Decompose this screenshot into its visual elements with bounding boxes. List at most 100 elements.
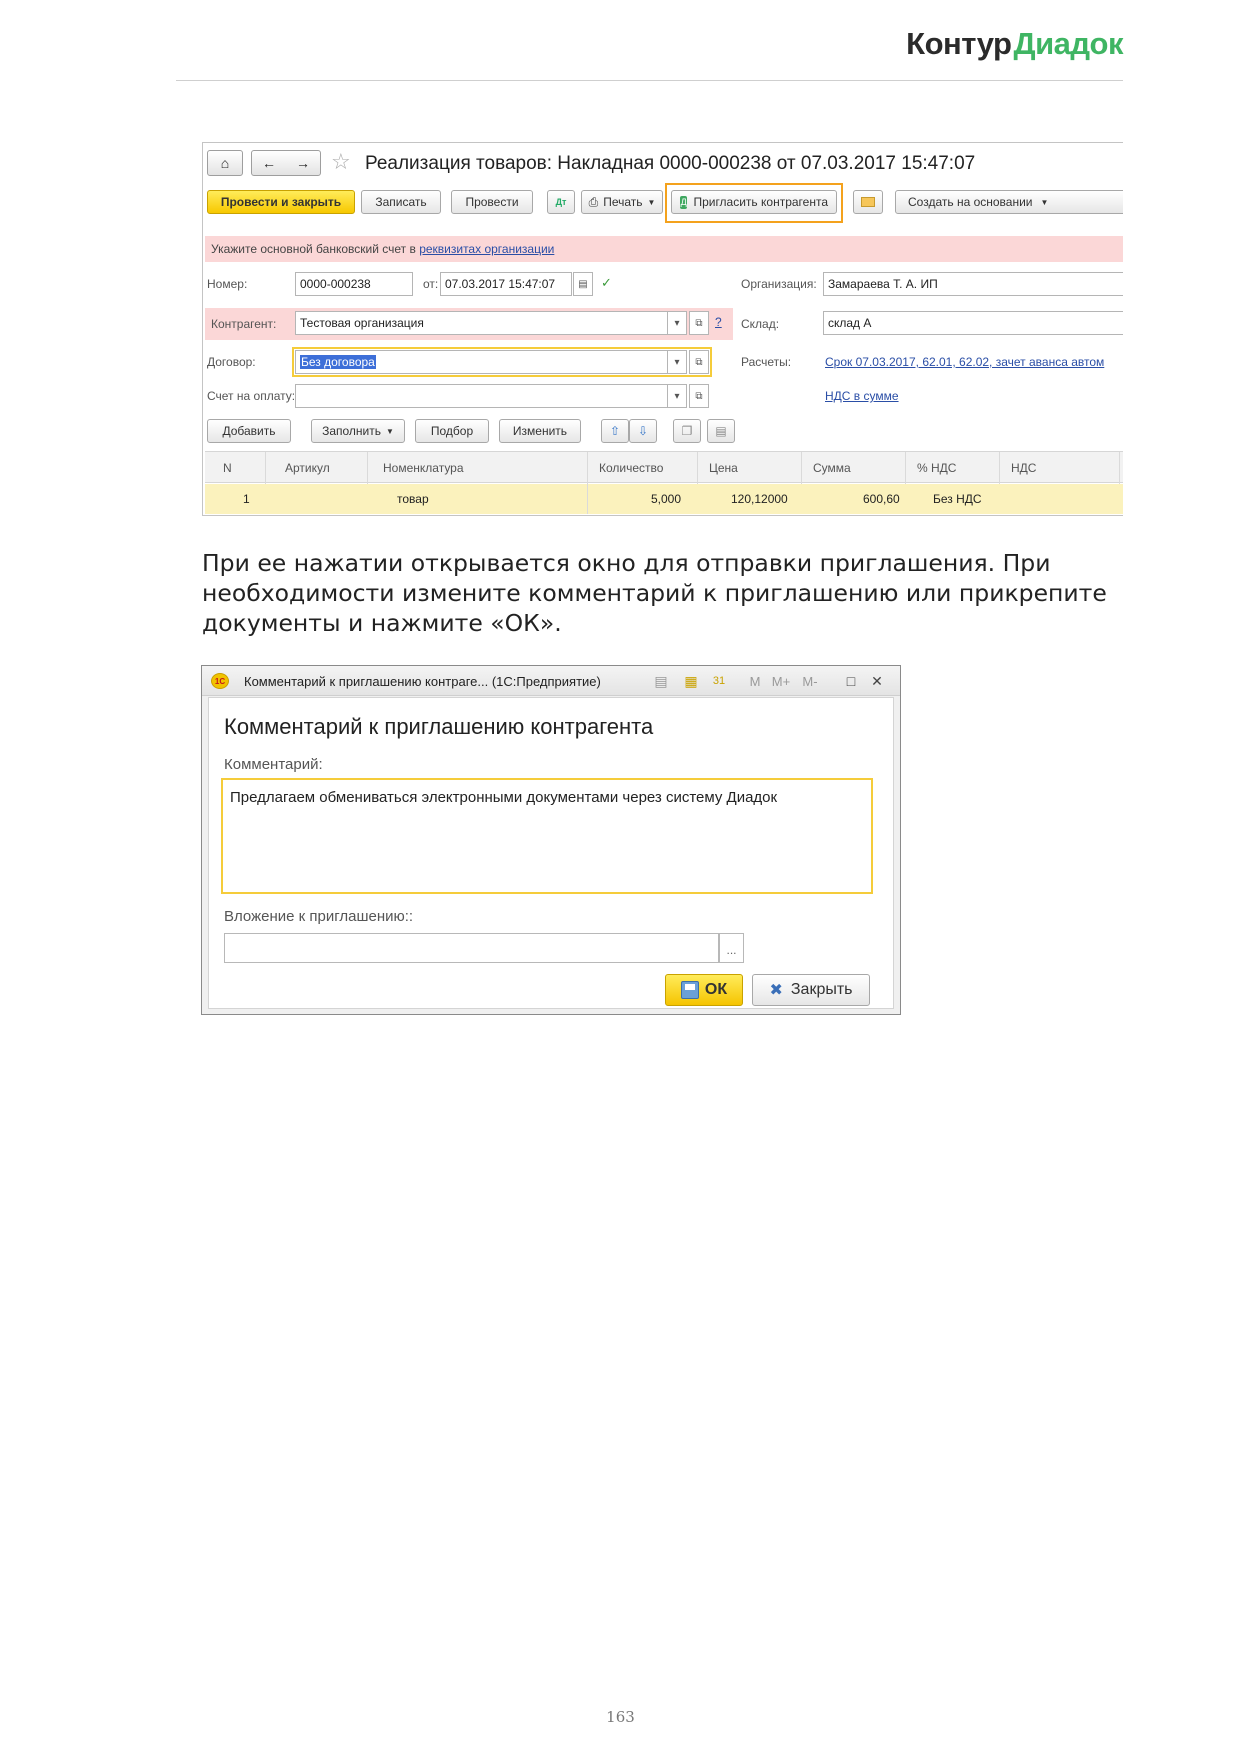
post-button[interactable]: Провести [451, 190, 533, 214]
chevron-down-icon: ▼ [386, 426, 394, 436]
memory-minus-icon[interactable]: M- [798, 672, 822, 690]
home-icon: ⌂ [220, 155, 230, 171]
bank-account-warning: Укажите основной банковский счет в рекви… [205, 236, 1123, 262]
header-divider [176, 80, 1123, 81]
brand-kontur: Контур [906, 26, 1012, 61]
dialog-titlebar: 1С Комментарий к приглашению контраге...… [202, 666, 900, 696]
chevron-down-icon[interactable]: ▾ [667, 311, 687, 335]
move-down-icon[interactable]: ⇩ [629, 419, 657, 443]
arrow-back-icon[interactable]: ← [262, 155, 276, 171]
ok-button[interactable]: ОК [665, 974, 743, 1006]
envelope-icon [861, 197, 875, 207]
document-icon[interactable]: ▤ [652, 672, 670, 690]
calendar-icon[interactable]: 31 [710, 672, 728, 690]
invoice-label: Счет на оплату: [207, 389, 296, 403]
cell-qty: 5,000 [651, 492, 682, 506]
contract-highlight-frame [292, 347, 712, 377]
save-button[interactable]: Записать [361, 190, 441, 214]
attachment-label: Вложение к приглашению:: [224, 908, 414, 925]
col-qty[interactable]: Количество [599, 461, 663, 475]
dialog-heading: Комментарий к приглашению контрагента [224, 714, 654, 739]
memory-m-icon[interactable]: M [746, 672, 764, 690]
home-button[interactable]: ⌂ [207, 150, 243, 176]
invite-highlight-frame [665, 183, 843, 223]
col-vat[interactable]: НДС [1011, 461, 1036, 475]
table-row[interactable]: 1 товар 5,000 120,12000 600,60 Без НДС [205, 484, 1123, 514]
col-article[interactable]: Артикул [285, 461, 330, 475]
organization-field[interactable]: Замараева Т. А. ИП [823, 272, 1123, 296]
cell-n: 1 [243, 492, 250, 506]
col-price[interactable]: Цена [709, 461, 738, 475]
date-label: от: [423, 277, 439, 291]
paste-icon[interactable]: ▤ [707, 419, 735, 443]
print-label: Печать [603, 195, 643, 209]
history-nav[interactable]: ← → [251, 150, 321, 176]
col-vat-rate[interactable]: % НДС [917, 461, 956, 475]
dialog-body: Комментарий к приглашению контрагента Ко… [208, 697, 894, 1009]
1c-logo-icon: 1С [211, 673, 229, 689]
table-header: N Артикул Номенклатура Количество Цена С… [205, 451, 1123, 514]
col-item[interactable]: Номенклатура [383, 461, 464, 475]
date-field[interactable]: 07.03.2017 15:47:07 [440, 272, 572, 296]
instruction-paragraph: При ее нажатии открывается окно для отпр… [202, 549, 1107, 637]
close-button[interactable]: ✖ Закрыть [752, 974, 870, 1006]
print-button[interactable]: ⎙ Печать ▼ [581, 190, 663, 214]
comment-label: Комментарий: [224, 756, 323, 773]
org-details-link[interactable]: реквизитах организации [419, 242, 554, 256]
brand-diadoc: Диадок [1013, 26, 1123, 61]
warehouse-field[interactable]: склад А [823, 311, 1123, 335]
create-based-on-button[interactable]: Создать на основании ▼ [895, 190, 1123, 214]
create-based-on-label: Создать на основании [908, 195, 1033, 209]
document-form-screenshot: ⌂ ← → ☆ Реализация товаров: Накладная 00… [202, 142, 1123, 516]
warehouse-label: Склад: [741, 317, 780, 331]
vat-in-sum-link[interactable]: НДС в сумме [825, 389, 899, 403]
select-button[interactable]: Подбор [415, 419, 489, 443]
arrow-forward-icon[interactable]: → [296, 155, 310, 171]
close-x-icon: ✖ [769, 982, 783, 999]
change-button[interactable]: Изменить [499, 419, 581, 443]
form-title: Реализация товаров: Накладная 0000-00023… [365, 153, 976, 174]
copy-icon[interactable]: ❐ [673, 419, 701, 443]
counterparty-label: Контрагент: [211, 317, 277, 331]
help-icon[interactable]: ? [715, 315, 722, 329]
move-up-icon[interactable]: ⇧ [601, 419, 629, 443]
mail-button[interactable] [853, 190, 883, 214]
contract-label: Договор: [207, 355, 256, 369]
calendar-icon[interactable]: ▤ [573, 272, 593, 296]
post-and-close-button[interactable]: Провести и закрыть [207, 190, 355, 214]
save-icon [680, 981, 699, 999]
cell-sum: 600,60 [863, 492, 900, 506]
attachment-field[interactable] [224, 933, 719, 963]
brand-logo: КонтурДиадок [906, 26, 1123, 62]
maximize-icon[interactable]: □ [842, 672, 860, 690]
dt-kt-icon[interactable]: Дт [547, 190, 575, 214]
favorite-star-icon[interactable]: ☆ [331, 149, 351, 175]
invoice-field[interactable] [295, 384, 668, 408]
chevron-down-icon[interactable]: ▾ [667, 384, 687, 408]
dialog-window-title: Комментарий к приглашению контраге... (1… [244, 674, 601, 689]
open-icon[interactable]: ⧉ [689, 384, 709, 408]
fill-button[interactable]: Заполнить ▼ [311, 419, 405, 443]
close-icon[interactable]: ✕ [868, 672, 886, 690]
warning-text: Укажите основной банковский счет в [211, 242, 420, 256]
cell-item: товар [397, 492, 429, 506]
number-label: Номер: [207, 277, 248, 291]
fill-label: Заполнить [322, 424, 381, 438]
counterparty-field[interactable]: Тестовая организация [295, 311, 668, 335]
col-sum[interactable]: Сумма [813, 461, 851, 475]
comment-textarea[interactable]: Предлагаем обмениваться электронными док… [221, 778, 873, 894]
add-row-button[interactable]: Добавить [207, 419, 291, 443]
browse-button[interactable]: ... [719, 933, 744, 963]
calculator-icon[interactable]: ▦ [682, 672, 700, 690]
post-status-icon: ✓ [601, 275, 612, 290]
page-number: 163 [606, 1708, 635, 1726]
col-n[interactable]: N [223, 461, 232, 475]
chevron-down-icon: ▼ [1040, 197, 1049, 207]
cell-vat-rate: Без НДС [933, 492, 982, 506]
memory-plus-icon[interactable]: M+ [768, 672, 794, 690]
number-field[interactable]: 0000-000238 [295, 272, 413, 296]
open-icon[interactable]: ⧉ [689, 311, 709, 335]
settlements-link[interactable]: Срок 07.03.2017, 62.01, 62.02, зачет ава… [825, 355, 1104, 369]
close-label: Закрыть [790, 981, 853, 998]
organization-label: Организация: [741, 277, 817, 291]
